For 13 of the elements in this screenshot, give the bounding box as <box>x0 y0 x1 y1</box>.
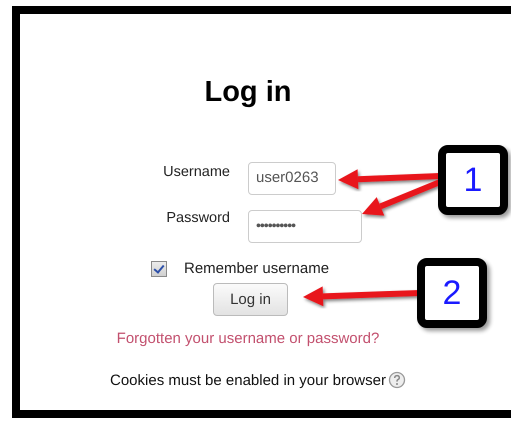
username-field[interactable]: user0263 <box>248 162 336 195</box>
checkbox-label: Remember username <box>184 260 330 277</box>
cookies-note: Cookies must be enabled in your browser <box>110 372 386 388</box>
help-icon[interactable] <box>388 371 406 389</box>
password-field[interactable]: •••••••••• <box>248 210 362 243</box>
forgot-password-link[interactable]: Forgotten your username or password? <box>116 330 380 347</box>
page-title: Log in <box>204 75 292 110</box>
login-button[interactable]: Log in <box>213 283 288 316</box>
callout-box: 2 <box>417 258 487 328</box>
checkbox[interactable] <box>151 260 167 276</box>
field-label: Username <box>162 163 230 180</box>
field-label: Password <box>165 210 230 226</box>
callout-box: 1 <box>438 145 508 215</box>
